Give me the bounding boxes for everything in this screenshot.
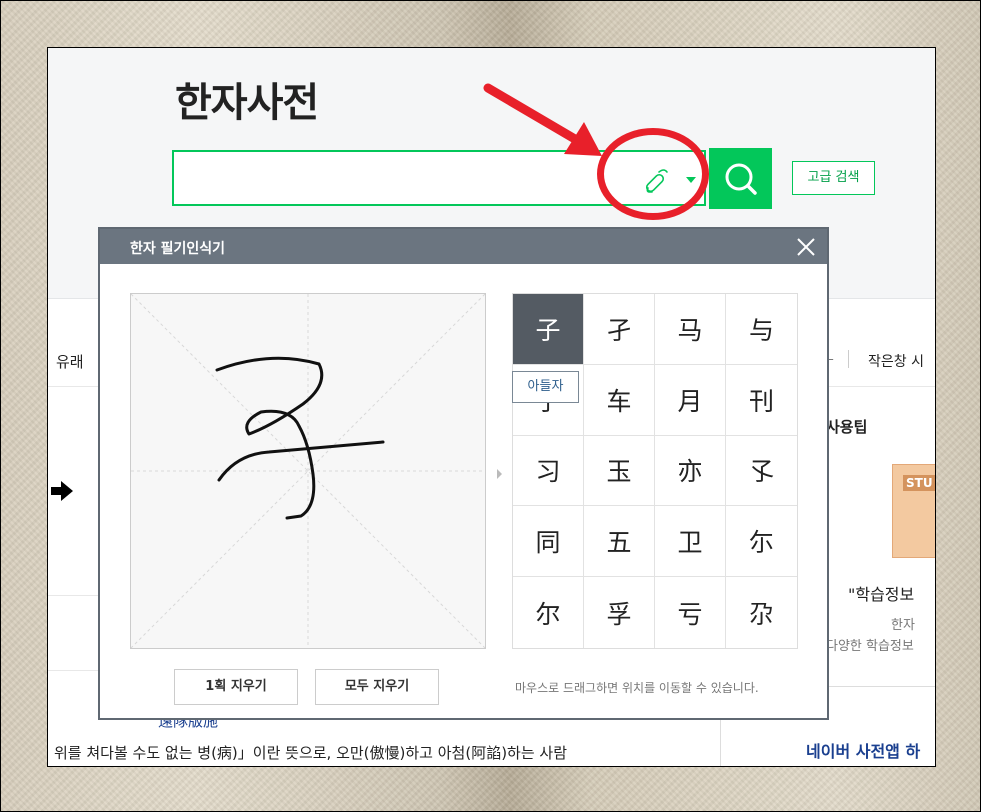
definition-text: 위를 쳐다볼 수도 없는 병(病)」이란 뜻으로, 오만(傲慢)하고 아첨(阿諂… (54, 744, 568, 762)
annotation-arrow-icon (483, 83, 602, 156)
divider (821, 686, 935, 687)
handwritten-stroke (215, 356, 324, 520)
candidate-tooltip: 아들자 (512, 371, 579, 403)
candidate-cell[interactable]: 月 (655, 364, 726, 436)
search-button[interactable] (709, 148, 772, 209)
expand-caret-icon (497, 469, 502, 479)
candidate-cell[interactable]: 五 (584, 506, 655, 578)
candidate-cell[interactable]: 尔 (513, 577, 584, 648)
clear-last-stroke-button[interactable]: 1획 지우기 (174, 669, 298, 705)
candidate-cell[interactable]: 刊 (726, 364, 797, 436)
candidate-grid: 子孑马与子车月刊习玉亦孓同五卫尓尔孚亏尕 (512, 293, 798, 649)
study-subtext: 다양한 학습정보 (826, 639, 914, 654)
candidate-cell[interactable]: 尓 (726, 506, 797, 578)
study-card-label: STU (903, 475, 935, 491)
study-card-image[interactable]: STU (892, 464, 935, 558)
drag-hint: 마우스로 드래그하면 위치를 이동할 수 있습니다. (515, 681, 759, 695)
candidate-cell[interactable]: 孓 (726, 435, 797, 507)
tips-heading: 사용팁 (826, 418, 868, 436)
tab-origin[interactable]: 유래 (56, 351, 84, 372)
popup-title: 한자 필기인식기 (130, 241, 226, 257)
search-icon (725, 163, 757, 195)
clear-all-button[interactable]: 모두 지우기 (315, 669, 439, 705)
small-window-link[interactable]: 작은창 시 (868, 351, 924, 371)
arrow-right-icon (51, 481, 73, 501)
candidate-cell[interactable]: 孚 (584, 577, 655, 648)
candidate-cell[interactable]: 亦 (655, 435, 726, 507)
handwriting-recognizer-popup: 한자 필기인식기 子孑马与子车月刊习玉亦孓同五卫尓尔孚亏尕 아들자 1획 지우기… (98, 227, 829, 720)
naver-dictionary-app-link[interactable]: 네이버 사전앱 하 (806, 738, 920, 762)
candidate-cell[interactable]: 车 (584, 364, 655, 436)
annotation-circle (597, 128, 709, 220)
tab-divider (848, 350, 849, 368)
canvas-guides (131, 294, 485, 648)
candidate-cell[interactable]: 亏 (655, 577, 726, 648)
candidate-cell[interactable]: 尕 (726, 577, 797, 648)
candidate-cell[interactable]: 卫 (655, 506, 726, 578)
candidate-cell[interactable]: 马 (655, 294, 726, 365)
advanced-search-button[interactable]: 고급 검색 (792, 161, 875, 195)
candidate-cell[interactable]: 玉 (584, 435, 655, 507)
popup-header[interactable]: 한자 필기인식기 (100, 229, 827, 264)
close-icon[interactable] (794, 235, 818, 259)
candidate-cell[interactable]: 习 (513, 435, 584, 507)
study-subtext: 한자 (891, 618, 915, 633)
handwritten-stroke (217, 440, 385, 482)
candidate-cell[interactable]: 孑 (584, 294, 655, 365)
page-title: 한자사전 (175, 80, 319, 126)
study-caption[interactable]: "학습정보 (848, 581, 914, 605)
candidate-cell[interactable]: 子 (513, 294, 584, 365)
candidate-cell[interactable]: 与 (726, 294, 797, 365)
handwriting-canvas[interactable] (130, 293, 486, 649)
candidate-cell[interactable]: 同 (513, 506, 584, 578)
